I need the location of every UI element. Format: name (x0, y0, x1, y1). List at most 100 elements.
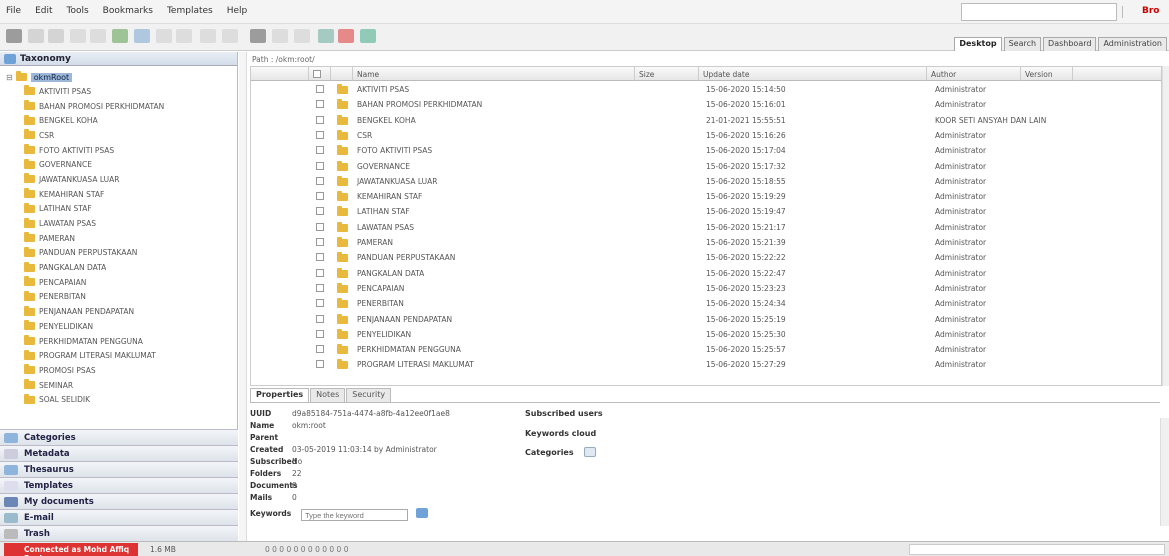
section-thesaurus[interactable]: Thesaurus (0, 461, 238, 477)
row-checkbox[interactable] (316, 207, 324, 216)
menu-file[interactable]: File (6, 6, 21, 16)
tree-item[interactable]: PROGRAM LITERASI MAKLUMAT (6, 348, 237, 363)
table-row[interactable]: PENYELIDIKAN 15-06-2020 15:25:30 Administr… (251, 327, 1161, 342)
section-metadata[interactable]: Metadata (0, 445, 238, 461)
tree-item[interactable]: LAWATAN PSAS (6, 216, 237, 231)
menu-help[interactable]: Help (227, 6, 248, 16)
tree-item[interactable]: PANGKALAN DATA (6, 260, 237, 275)
menu-edit[interactable]: Edit (35, 6, 52, 16)
create-folder-icon[interactable] (28, 29, 44, 43)
table-row[interactable]: BAHAN PROMOSI PERKHIDMATAN 15-06-2020 15:… (251, 97, 1161, 112)
refresh-icon[interactable] (6, 29, 22, 43)
add-category-icon[interactable] (584, 447, 596, 457)
scanner-icon[interactable] (360, 29, 376, 43)
row-checkbox[interactable] (316, 360, 324, 369)
menu-templates[interactable]: Templates (167, 6, 213, 16)
row-checkbox[interactable] (316, 314, 324, 323)
tab-dashboard[interactable]: Dashboard (1043, 37, 1097, 51)
table-row[interactable]: AKTIVITI PSAS 15-06-2020 15:14:50 Administ… (251, 82, 1161, 97)
row-checkbox[interactable] (316, 345, 324, 354)
tree-item[interactable]: PENYELIDIKAN (6, 319, 237, 334)
tab-properties[interactable]: Properties (250, 388, 310, 402)
tree-item[interactable]: SOAL SELIDIK (6, 392, 237, 407)
table-row[interactable]: PROGRAM LITERASI MAKLUMAT 15-06-2020 15:2… (251, 357, 1161, 372)
tab-notes[interactable]: Notes (310, 388, 346, 402)
global-search-input[interactable] (961, 3, 1117, 21)
checkin-icon[interactable] (200, 29, 216, 43)
tree-root[interactable]: ⊟ okmRoot (6, 70, 237, 84)
table-row[interactable]: PENJANAAN PENDAPATAN 15-06-2020 15:25:19 A… (251, 312, 1161, 327)
table-row[interactable]: BENGKEL KOHA 21-01-2021 15:55:51 KOOR SETI… (251, 113, 1161, 128)
column-header-select[interactable] (309, 67, 331, 81)
home-icon[interactable] (338, 29, 354, 43)
tree-item[interactable]: FOTO AKTIVITI PSAS (6, 143, 237, 158)
tree-item[interactable]: PROMOSI PSAS (6, 363, 237, 378)
cancel-checkout-icon[interactable] (222, 29, 238, 43)
tree-item[interactable]: GOVERNANCE (6, 157, 237, 172)
tab-security[interactable]: Security (346, 388, 392, 402)
column-header-name[interactable]: Name (353, 67, 635, 81)
table-row[interactable]: LATIHAN STAF 15-06-2020 15:19:47 Administr… (251, 204, 1161, 219)
row-checkbox[interactable] (316, 192, 324, 201)
upload-icon[interactable] (134, 29, 150, 43)
column-header-author[interactable]: Author (927, 67, 1021, 81)
table-row[interactable]: CSR 15-06-2020 15:16:26 Administrator (251, 128, 1161, 143)
table-row[interactable]: KEMAHIRAN STAF 15-06-2020 15:19:29 Adminis… (251, 189, 1161, 204)
menu-tools[interactable]: Tools (67, 6, 89, 16)
tree-item[interactable]: CSR (6, 128, 237, 143)
row-checkbox[interactable] (316, 283, 324, 292)
row-checkbox[interactable] (316, 238, 324, 246)
table-row[interactable]: LAWATAN PSAS 15-06-2020 15:21:17 Administr… (251, 220, 1161, 235)
workflow-icon[interactable] (294, 29, 310, 43)
section-trash[interactable]: Trash (0, 525, 238, 541)
menu-bookmarks[interactable]: Bookmarks (103, 6, 153, 16)
table-row[interactable]: PENCAPAIAN 15-06-2020 15:23:23 Administrat… (251, 281, 1161, 296)
settings-icon[interactable] (250, 29, 266, 43)
table-row[interactable]: JAWATANKUASA LUAR 15-06-2020 15:18:55 Admi… (251, 174, 1161, 189)
tab-desktop[interactable]: Desktop (954, 37, 1002, 51)
section-my-documents[interactable]: My documents (0, 493, 238, 509)
add-document-icon[interactable] (112, 29, 128, 43)
row-checkbox[interactable] (316, 85, 324, 93)
tree-item[interactable]: BAHAN PROMOSI PERKHIDMATAN (6, 99, 237, 114)
tree-item[interactable]: PENERBITAN (6, 290, 237, 305)
collapse-icon[interactable]: ⊟ (6, 73, 13, 82)
row-checkbox[interactable] (316, 161, 324, 170)
tree-item[interactable]: BENGKEL KOHA (6, 113, 237, 128)
section-categories[interactable]: Categories (0, 429, 238, 445)
properties-scrollbar[interactable] (1160, 418, 1169, 526)
keyword-input[interactable] (301, 509, 408, 521)
row-checkbox[interactable] (316, 146, 324, 155)
find-folder-icon[interactable] (48, 29, 64, 43)
row-checkbox[interactable] (316, 299, 324, 308)
select-all-checkbox[interactable] (313, 70, 321, 78)
taxonomy-header[interactable]: Taxonomy (0, 52, 237, 66)
column-header-update-date[interactable]: Update date (699, 67, 927, 81)
bookmark-icon[interactable] (318, 29, 334, 43)
panel-splitter[interactable] (239, 52, 247, 541)
row-checkbox[interactable] (316, 100, 324, 109)
tree-item[interactable]: SEMINAR (6, 378, 237, 393)
table-row[interactable]: FOTO AKTIVITI PSAS 15-06-2020 15:17:04 Adm… (251, 143, 1161, 158)
properties-icon[interactable] (272, 29, 288, 43)
row-checkbox[interactable] (316, 329, 324, 338)
section-templates[interactable]: Templates (0, 477, 238, 493)
tree-item[interactable]: JAWATANKUASA LUAR (6, 172, 237, 187)
tree-item[interactable]: KEMAHIRAN STAF (6, 187, 237, 202)
column-header-version[interactable]: Version (1021, 67, 1073, 81)
table-row[interactable]: PERKHIDMATAN PENGGUNA 15-06-2020 15:25:57… (251, 342, 1161, 357)
table-row[interactable]: PANGKALAN DATA 15-06-2020 15:22:47 Adminis… (251, 266, 1161, 281)
tree-item[interactable]: PENJANAAN PENDAPATAN (6, 304, 237, 319)
row-checkbox[interactable] (316, 130, 324, 139)
download-icon[interactable] (156, 29, 172, 43)
row-checkbox[interactable] (316, 222, 324, 231)
checkout-icon[interactable] (176, 29, 192, 43)
tree-item[interactable]: PAMERAN (6, 231, 237, 246)
row-checkbox[interactable] (316, 176, 324, 185)
section-email[interactable]: E-mail (0, 509, 238, 525)
add-keyword-icon[interactable] (416, 508, 428, 518)
table-row[interactable]: GOVERNANCE 15-06-2020 15:17:32 Administrat… (251, 159, 1161, 174)
tree-item[interactable]: PENCAPAIAN (6, 275, 237, 290)
tab-search[interactable]: Search (1003, 37, 1042, 51)
tree-item[interactable]: AKTIVITI PSAS (6, 84, 237, 99)
